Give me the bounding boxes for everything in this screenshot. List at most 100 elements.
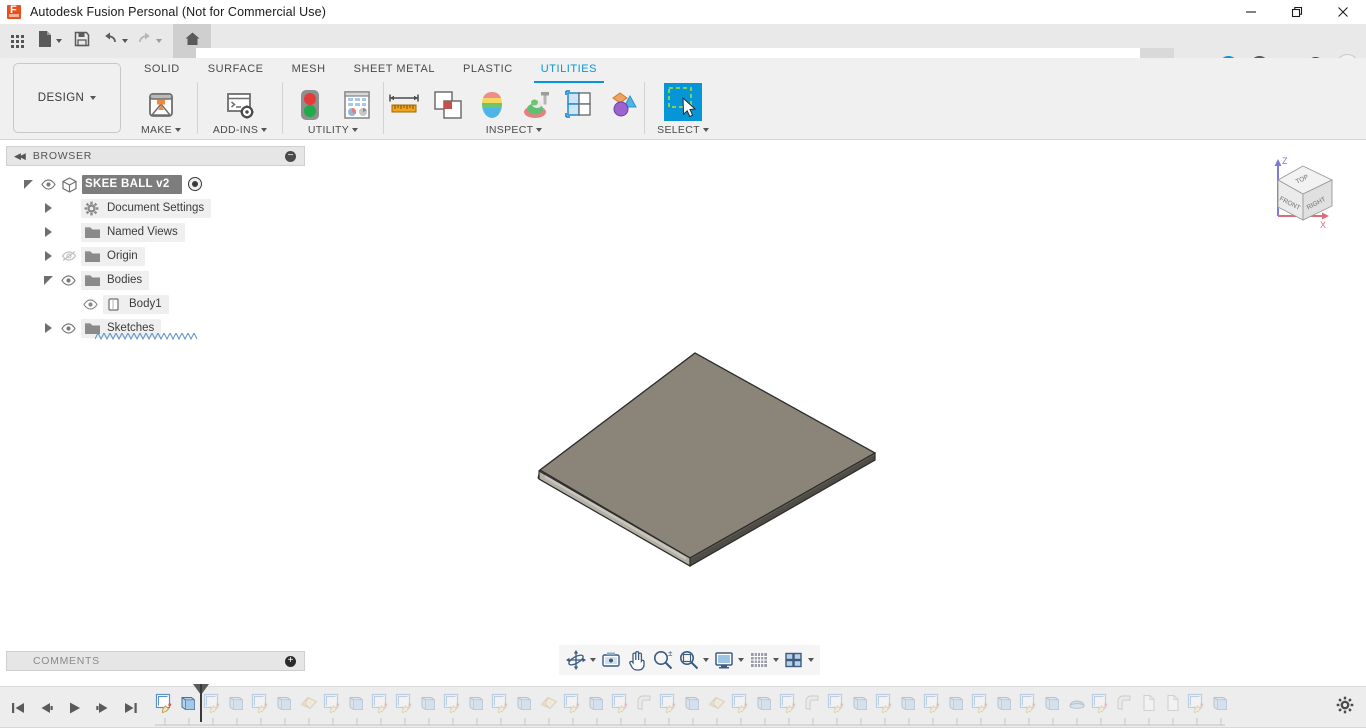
tab-utilities[interactable]: UTILITIES — [527, 58, 611, 83]
close-button[interactable] — [1320, 0, 1366, 24]
minimize-button[interactable] — [1228, 0, 1274, 24]
timeline-feature[interactable] — [1113, 690, 1137, 716]
timeline-feature[interactable] — [273, 690, 297, 716]
timeline-feature[interactable] — [537, 690, 561, 716]
timeline-feature[interactable] — [633, 690, 657, 716]
activate-component-radio[interactable] — [187, 177, 202, 191]
orbit-button[interactable] — [563, 647, 598, 673]
visibility-eye-hidden-icon[interactable] — [60, 250, 77, 262]
viewports-button[interactable] — [781, 647, 816, 673]
expander-right-icon[interactable] — [44, 250, 56, 262]
timeline-feature[interactable] — [1041, 690, 1065, 716]
timeline-feature[interactable] — [345, 690, 369, 716]
timeline-feature[interactable] — [801, 690, 825, 716]
timeline-feature[interactable] — [1209, 690, 1233, 716]
step-back-button[interactable] — [37, 698, 56, 717]
visibility-eye-icon[interactable] — [60, 274, 77, 286]
manage-materials-command[interactable] — [338, 86, 376, 124]
expander-right-icon[interactable] — [44, 202, 56, 214]
timeline-feature[interactable] — [609, 690, 633, 716]
timeline-feature[interactable] — [1137, 690, 1161, 716]
section-analysis-command[interactable] — [561, 86, 599, 124]
timeline-track[interactable] — [153, 683, 1336, 728]
3d-print-command[interactable] — [142, 86, 180, 124]
redo-button[interactable] — [133, 26, 165, 56]
timeline-feature[interactable] — [993, 690, 1017, 716]
timeline-feature[interactable] — [705, 690, 729, 716]
maximize-button[interactable] — [1274, 0, 1320, 24]
timeline-feature[interactable] — [825, 690, 849, 716]
tree-item-bodies[interactable]: Bodies — [6, 268, 305, 292]
expander-down-icon[interactable] — [24, 178, 36, 190]
timeline-feature[interactable] — [873, 690, 897, 716]
timeline-feature[interactable] — [969, 690, 993, 716]
select-command[interactable] — [661, 80, 705, 124]
timeline-feature[interactable] — [297, 690, 321, 716]
tree-item-body1[interactable]: Body1 — [6, 292, 305, 316]
timeline-feature[interactable] — [513, 690, 537, 716]
timeline-feature[interactable] — [921, 690, 945, 716]
visibility-eye-icon[interactable] — [60, 322, 77, 334]
fit-button[interactable] — [676, 647, 711, 673]
tab-mesh[interactable]: MESH — [278, 58, 340, 80]
undo-button[interactable] — [99, 26, 131, 56]
play-button[interactable] — [65, 698, 84, 717]
workspace-switcher[interactable]: DESIGN — [13, 63, 121, 133]
timeline-feature[interactable] — [153, 690, 177, 716]
display-settings-button[interactable] — [711, 647, 746, 673]
curvature-comb-command[interactable] — [473, 86, 511, 124]
timeline-feature[interactable] — [489, 690, 513, 716]
app-grid-button[interactable] — [2, 26, 32, 56]
timeline-feature[interactable] — [849, 690, 873, 716]
timeline-feature[interactable] — [321, 690, 345, 716]
visibility-eye-icon[interactable] — [40, 178, 57, 190]
minus-circle-icon[interactable]: − — [285, 150, 296, 162]
timeline-feature[interactable] — [225, 690, 249, 716]
measure-command[interactable] — [385, 86, 423, 124]
go-to-end-button[interactable] — [121, 698, 140, 717]
timeline-feature[interactable] — [441, 690, 465, 716]
timeline-feature[interactable] — [1161, 690, 1185, 716]
look-at-button[interactable] — [598, 647, 624, 673]
timeline-feature[interactable] — [561, 690, 585, 716]
compute-all-command[interactable] — [291, 86, 329, 124]
tree-item-sketches[interactable]: Sketches — [6, 316, 305, 340]
tree-item-origin[interactable]: Origin — [6, 244, 305, 268]
timeline-feature[interactable] — [657, 690, 681, 716]
timeline-feature[interactable] — [369, 690, 393, 716]
save-button[interactable] — [67, 26, 97, 56]
timeline-feature[interactable] — [753, 690, 777, 716]
pan-button[interactable] — [624, 647, 650, 673]
timeline-feature[interactable] — [393, 690, 417, 716]
timeline-feature[interactable] — [1089, 690, 1113, 716]
tree-item-document-settings[interactable]: Document Settings — [6, 196, 305, 220]
zoom-button[interactable]: ± — [650, 647, 676, 673]
double-chevron-left-icon[interactable]: ◀◀ — [14, 151, 26, 162]
visibility-eye-icon[interactable] — [82, 298, 99, 310]
timeline-feature[interactable] — [945, 690, 969, 716]
tab-plastic[interactable]: PLASTIC — [449, 58, 527, 80]
timeline-feature[interactable] — [249, 690, 273, 716]
zebra-analysis-command[interactable] — [517, 86, 555, 124]
new-document-button[interactable] — [34, 26, 65, 56]
tree-item-named-views[interactable]: Named Views — [6, 220, 305, 244]
go-to-beginning-button[interactable] — [9, 698, 28, 717]
timeline-feature[interactable] — [729, 690, 753, 716]
scripts-and-addins-command[interactable] — [221, 86, 259, 124]
timeline-feature[interactable] — [1017, 690, 1041, 716]
expander-right-icon[interactable] — [44, 226, 56, 238]
component-color-cycling-command[interactable] — [605, 86, 643, 124]
plus-circle-icon[interactable]: + — [285, 655, 296, 667]
tree-item-skee-ball-v2[interactable]: SKEE BALL v2 — [6, 172, 305, 196]
grid-snap-button[interactable] — [746, 647, 781, 673]
timeline-feature[interactable] — [897, 690, 921, 716]
step-forward-button[interactable] — [93, 698, 112, 717]
timeline-marker[interactable] — [191, 683, 211, 724]
timeline-feature[interactable] — [465, 690, 489, 716]
comments-panel-header[interactable]: COMMENTS + — [6, 651, 305, 671]
timeline-feature[interactable] — [585, 690, 609, 716]
viewcube[interactable]: Z X TOP FRONT RIGHT — [1258, 150, 1348, 240]
expander-right-icon[interactable] — [44, 322, 56, 334]
tab-sheet-metal[interactable]: SHEET METAL — [340, 58, 449, 80]
timeline-feature[interactable] — [417, 690, 441, 716]
